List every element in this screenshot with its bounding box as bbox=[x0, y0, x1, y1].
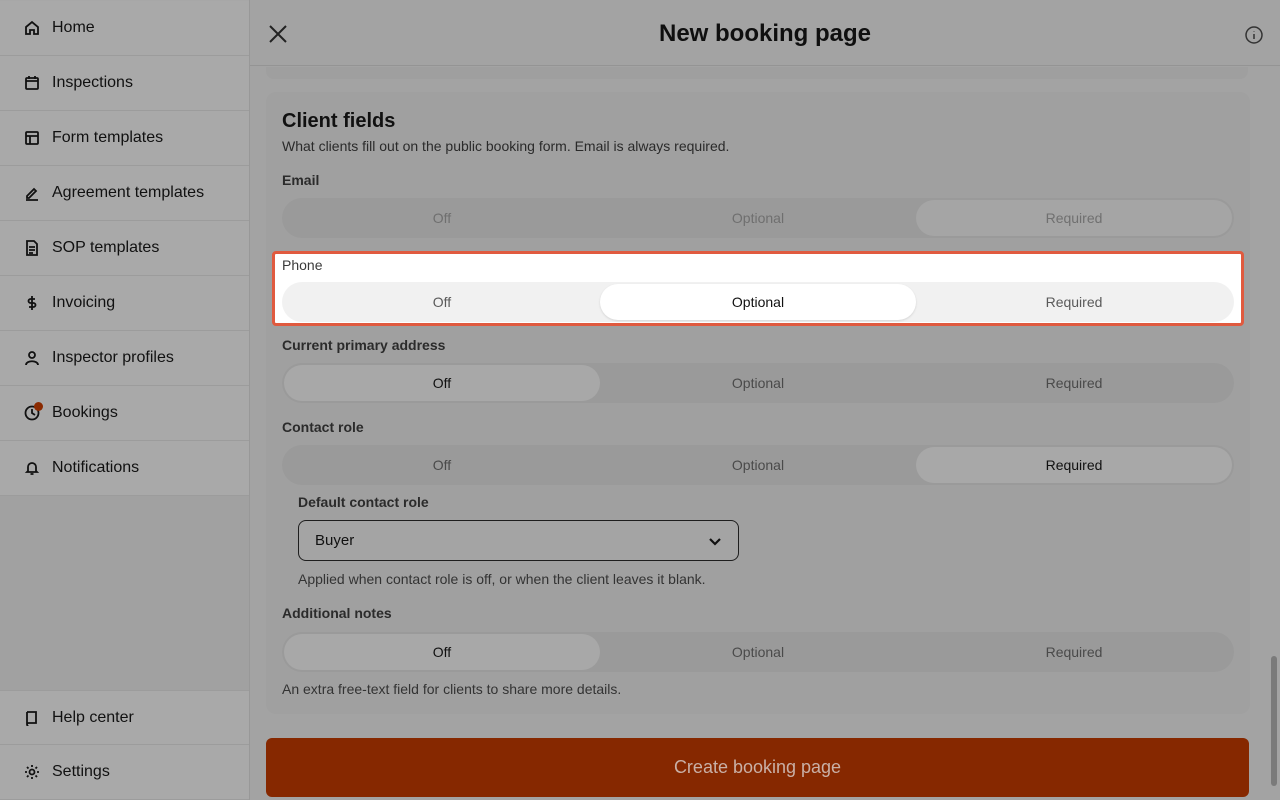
contact-role-option-required[interactable]: Required bbox=[916, 447, 1232, 483]
sidebar-item-label: Home bbox=[52, 19, 95, 36]
sidebar-item-notifications[interactable]: Notifications bbox=[0, 441, 249, 496]
signature-icon bbox=[24, 185, 40, 201]
notes-segmented-control: Off Optional Required bbox=[282, 632, 1234, 672]
sidebar-item-label: Agreement templates bbox=[52, 184, 205, 201]
sidebar-item-inspections[interactable]: Inspections bbox=[0, 56, 249, 111]
sidebar-item-label: Notifications bbox=[52, 459, 140, 476]
sidebar-item-label: SOP templates bbox=[52, 239, 160, 256]
phone-label: Phone bbox=[282, 257, 323, 273]
sidebar-item-invoicing[interactable]: Invoicing bbox=[0, 276, 249, 331]
email-label: Email bbox=[282, 172, 320, 188]
section-description: What clients fill out on the public book… bbox=[282, 138, 730, 154]
phone-option-required[interactable]: Required bbox=[916, 284, 1232, 320]
address-label: Current primary address bbox=[282, 337, 446, 353]
notes-option-off[interactable]: Off bbox=[284, 634, 600, 670]
notes-label: Additional notes bbox=[282, 605, 392, 621]
contact-role-option-optional[interactable]: Optional bbox=[600, 447, 916, 483]
dollar-icon bbox=[24, 295, 40, 311]
notes-option-optional[interactable]: Optional bbox=[600, 634, 916, 670]
sidebar-item-agreement-templates[interactable]: Agreement templates bbox=[0, 166, 249, 221]
sidebar-item-help-center[interactable]: Help center bbox=[0, 690, 249, 745]
email-segmented-control: Off Optional Required bbox=[282, 198, 1234, 238]
contact-role-segmented-control: Off Optional Required bbox=[282, 445, 1234, 485]
sidebar-item-label: Help center bbox=[52, 708, 134, 726]
sidebar-item-label: Inspector profiles bbox=[52, 349, 174, 366]
client-fields-card bbox=[266, 92, 1250, 714]
page-title: New booking page bbox=[658, 20, 871, 47]
phone-option-off[interactable]: Off bbox=[284, 284, 600, 320]
chevron-down-icon bbox=[709, 537, 721, 546]
sidebar-item-label: Inspections bbox=[52, 74, 133, 91]
layout-icon bbox=[24, 130, 40, 146]
contact-role-option-off[interactable]: Off bbox=[284, 447, 600, 483]
modal-header: New booking page bbox=[250, 0, 1280, 66]
previous-section-edge bbox=[266, 67, 1248, 79]
sidebar-spacer bbox=[0, 496, 249, 690]
notes-option-required[interactable]: Required bbox=[916, 634, 1232, 670]
contact-role-label: Contact role bbox=[282, 419, 364, 435]
main-panel: New booking page Client fields What clie… bbox=[250, 0, 1280, 800]
phone-option-optional[interactable]: Optional bbox=[600, 284, 916, 320]
create-booking-page-button[interactable]: Create booking page bbox=[266, 738, 1249, 797]
notes-help: An extra free-text field for clients to … bbox=[282, 681, 622, 697]
default-contact-role-select[interactable]: Buyer bbox=[298, 520, 739, 561]
info-button[interactable] bbox=[1244, 25, 1264, 45]
email-option-off: Off bbox=[432, 210, 452, 226]
notification-dot bbox=[34, 402, 43, 411]
scrollbar[interactable] bbox=[1271, 656, 1277, 786]
gear-icon bbox=[24, 764, 40, 780]
bell-icon bbox=[24, 460, 40, 476]
home-icon bbox=[24, 20, 40, 36]
default-contact-role-label: Default contact role bbox=[298, 494, 429, 510]
sidebar-item-label: Settings bbox=[52, 763, 110, 780]
phone-field-highlight: Phone Off Optional Required bbox=[272, 251, 1244, 326]
book-icon bbox=[24, 710, 40, 726]
calendar-icon bbox=[24, 75, 40, 91]
section-title: Client fields bbox=[282, 110, 396, 132]
info-icon bbox=[1245, 26, 1263, 44]
sidebar-item-label: Form templates bbox=[52, 129, 164, 146]
document-icon bbox=[24, 240, 40, 256]
sidebar-item-settings[interactable]: Settings bbox=[0, 745, 249, 800]
select-value: Buyer bbox=[315, 532, 355, 549]
sidebar-item-home[interactable]: Home bbox=[0, 1, 249, 56]
default-contact-role-help: Applied when contact role is off, or whe… bbox=[298, 571, 706, 587]
sidebar-item-label: Invoicing bbox=[52, 294, 116, 311]
address-segmented-control: Off Optional Required bbox=[282, 363, 1234, 403]
sidebar-item-inspector-profiles[interactable]: Inspector profiles bbox=[0, 331, 249, 386]
address-option-off[interactable]: Off bbox=[284, 365, 600, 401]
sidebar-item-sop-templates[interactable]: SOP templates bbox=[0, 221, 249, 276]
address-option-required[interactable]: Required bbox=[916, 365, 1232, 401]
sidebar-item-label: Bookings bbox=[52, 404, 118, 421]
clock-icon bbox=[24, 402, 43, 421]
email-option-required: Required bbox=[916, 200, 1232, 236]
sidebar: Home Inspections Form templates Agreemen… bbox=[0, 0, 250, 800]
phone-segmented-control: Off Optional Required bbox=[282, 282, 1234, 322]
sidebar-item-bookings[interactable]: Bookings bbox=[0, 386, 249, 441]
user-icon bbox=[24, 350, 40, 366]
email-option-optional: Optional bbox=[731, 210, 785, 226]
address-option-optional[interactable]: Optional bbox=[600, 365, 916, 401]
sidebar-item-form-templates[interactable]: Form templates bbox=[0, 111, 249, 166]
